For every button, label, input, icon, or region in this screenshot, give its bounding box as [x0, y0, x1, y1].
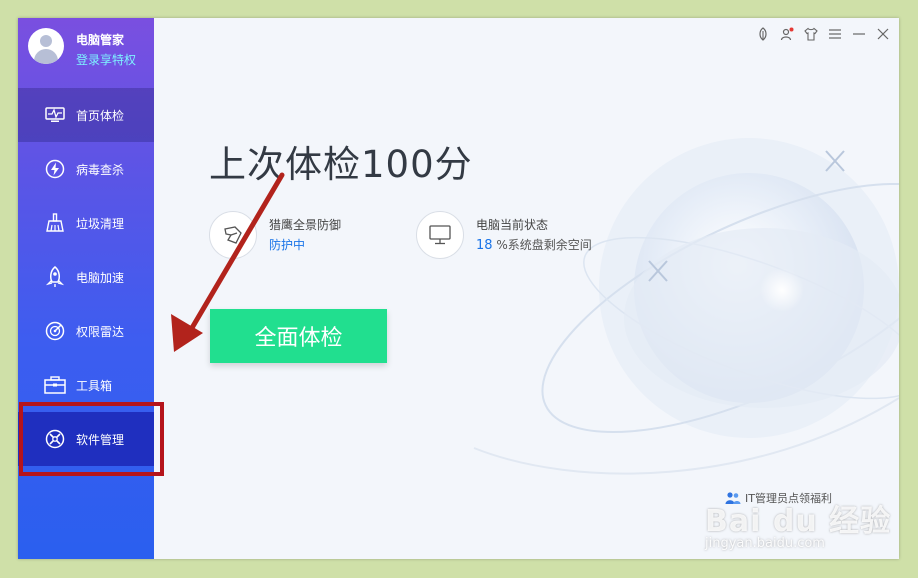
lightning-shield-icon — [44, 158, 66, 180]
sidebar-item-label: 工具箱 — [76, 378, 113, 393]
window-controls — [755, 26, 891, 42]
sidebar-item-label: 权限雷达 — [76, 324, 125, 339]
checkup-score-title: 上次体检100分 — [209, 143, 473, 186]
avatar[interactable] — [28, 28, 64, 64]
falcon-shield-icon — [209, 211, 257, 259]
main-panel: 上次体检100分 猎鹰全景防御 防护中 电脑当前状态 18 %系统盘剩余空间 全… — [154, 18, 899, 559]
sidebar-item-speed-up[interactable]: 电脑加速 — [18, 250, 154, 304]
pc-status-title: 电脑当前状态 — [476, 217, 549, 232]
full-scan-button[interactable]: 全面体检 — [210, 309, 387, 363]
watermark-logo: Bai du 经验 — [705, 504, 892, 539]
defense-status-title: 猎鹰全景防御 — [269, 218, 342, 232]
minimize-icon[interactable] — [851, 26, 867, 42]
user-notify-icon[interactable] — [779, 26, 795, 42]
globe-decoration — [473, 138, 899, 475]
app-window: 电脑管家 登录享特权 首页体检 病毒查杀 垃圾清理 电脑加速 权限雷达 工具箱 … — [18, 18, 899, 559]
radar-icon — [44, 320, 66, 342]
sidebar-item-permission-radar[interactable]: 权限雷达 — [18, 304, 154, 358]
monitor-icon — [416, 211, 464, 259]
login-link[interactable]: 登录享特权 — [76, 51, 136, 68]
shirt-icon[interactable] — [803, 26, 819, 42]
highlight-annotation-box — [19, 402, 164, 476]
app-name: 电脑管家 — [76, 33, 125, 47]
close-icon[interactable] — [875, 26, 891, 42]
account-header: 电脑管家 登录享特权 — [18, 18, 154, 88]
sidebar: 电脑管家 登录享特权 首页体检 病毒查杀 垃圾清理 电脑加速 权限雷达 工具箱 … — [18, 18, 164, 559]
defense-status-value: 防护中 — [269, 238, 306, 252]
sidebar-item-junk-clean[interactable]: 垃圾清理 — [18, 196, 154, 250]
toolbox-icon — [44, 374, 66, 396]
disk-free-percent: 18 — [476, 237, 493, 253]
menu-icon[interactable] — [827, 26, 843, 42]
sidebar-item-virus-scan[interactable]: 病毒查杀 — [18, 142, 154, 196]
rocket-icon — [44, 266, 66, 288]
sidebar-item-label: 垃圾清理 — [76, 216, 125, 231]
watermark: Bai du 经验 jingyan.baidu.com — [705, 496, 892, 551]
broom-icon — [44, 212, 66, 234]
monitor-pulse-icon — [44, 104, 66, 126]
defense-status-card[interactable]: 猎鹰全景防御 防护中 — [209, 211, 341, 259]
pc-status-value: 18 %系统盘剩余空间 — [476, 235, 592, 256]
sidebar-item-home-checkup[interactable]: 首页体检 — [18, 88, 154, 142]
sidebar-item-label: 电脑加速 — [76, 270, 125, 285]
watermark-url: jingyan.baidu.com — [705, 536, 825, 551]
skin-leaf-icon[interactable] — [755, 26, 771, 42]
sidebar-item-label: 病毒查杀 — [76, 162, 125, 177]
pc-status-card[interactable]: 电脑当前状态 18 %系统盘剩余空间 — [416, 211, 592, 259]
sidebar-item-label: 首页体检 — [76, 108, 125, 123]
disk-free-label: %系统盘剩余空间 — [492, 237, 592, 252]
